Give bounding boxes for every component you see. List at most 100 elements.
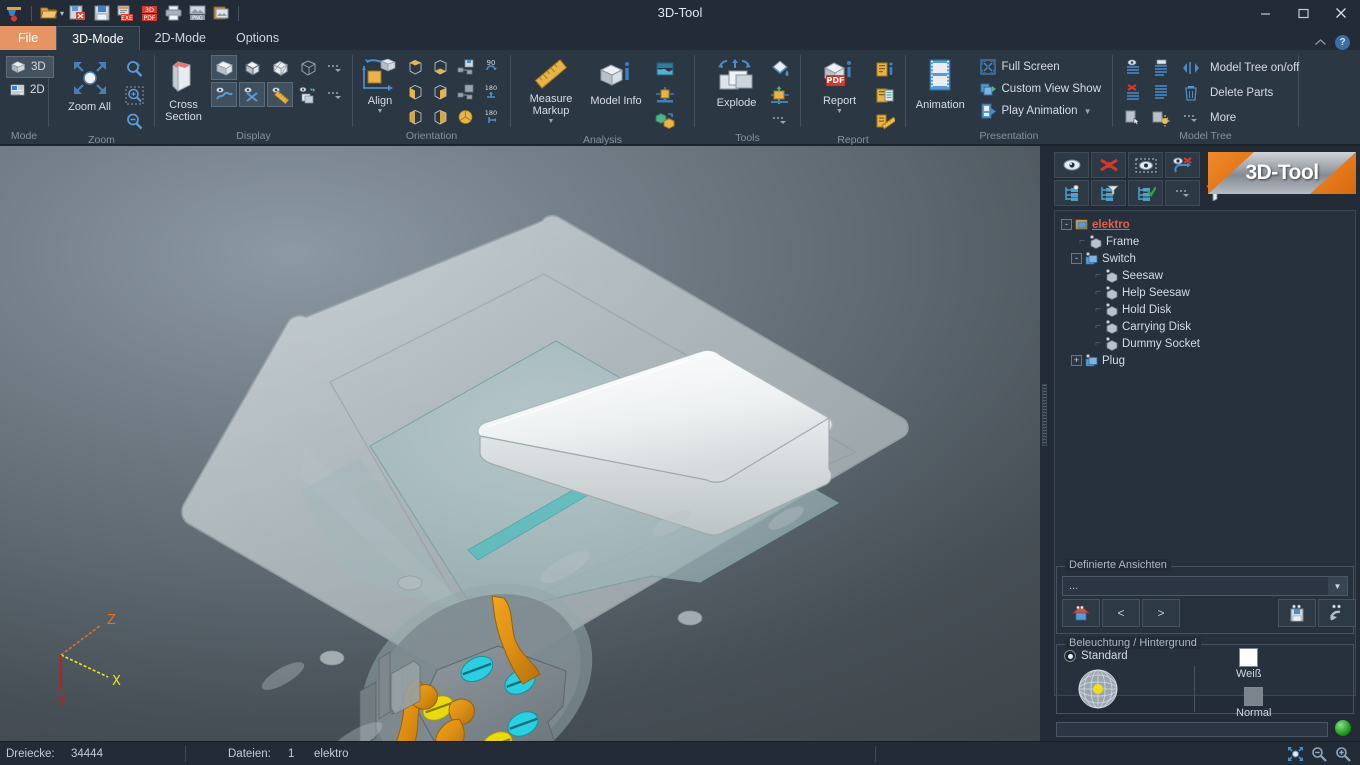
- view-back-icon[interactable]: [429, 80, 452, 103]
- mode-2d-button[interactable]: 2D: [6, 80, 54, 100]
- clipboard-list-icon[interactable]: [872, 83, 898, 107]
- hide-points-icon[interactable]: [239, 82, 265, 107]
- standard-lighting-radio[interactable]: Standard: [1064, 650, 1128, 662]
- open-dropdown-caret[interactable]: ▾: [60, 9, 64, 18]
- explode-button[interactable]: Explode: [707, 54, 766, 109]
- tab-file[interactable]: File: [0, 26, 56, 50]
- align-button[interactable]: Align ▼: [359, 54, 401, 115]
- background-white-option[interactable]: Weiß: [1236, 648, 1261, 680]
- open-file-icon[interactable]: [38, 3, 59, 24]
- invert-visibility-icon[interactable]: [1165, 152, 1200, 178]
- model-info-button[interactable]: Model Info: [583, 54, 649, 107]
- zoom-in-icon[interactable]: [1332, 745, 1354, 763]
- tree-node-dummy-socket[interactable]: ⌐ Dummy Socket: [1059, 335, 1351, 352]
- draft-angle-icon[interactable]: [652, 83, 678, 107]
- export-3dpdf-icon[interactable]: 3D PDF: [139, 3, 160, 24]
- zoom-window-icon[interactable]: [121, 83, 147, 107]
- swatch-normal[interactable]: [1244, 687, 1263, 706]
- chevron-down-icon[interactable]: ▼: [1328, 577, 1347, 595]
- tree-node-frame[interactable]: ⌐ Frame: [1059, 233, 1351, 250]
- wireframe-icon[interactable]: [295, 55, 321, 80]
- transparency-icon[interactable]: [295, 82, 321, 107]
- more-label[interactable]: More: [1207, 105, 1236, 130]
- trash-icon[interactable]: [1176, 81, 1206, 104]
- zoom-out-icon[interactable]: [121, 109, 147, 133]
- compare-parts-icon[interactable]: [652, 109, 678, 133]
- rotate-180-vert-icon[interactable]: 180: [479, 80, 503, 103]
- align-dropdown-caret[interactable]: ▼: [377, 108, 384, 115]
- tree-copy-icon[interactable]: [1120, 106, 1146, 129]
- zoom-out-icon[interactable]: [1308, 745, 1330, 763]
- fit-view-icon[interactable]: [1284, 745, 1306, 763]
- collapse-ribbon-button[interactable]: [1314, 38, 1327, 47]
- panel-splitter[interactable]: [1040, 146, 1050, 741]
- save-view-button[interactable]: [1278, 599, 1316, 627]
- tree-node-plug[interactable]: + Plug: [1059, 352, 1351, 369]
- tree-node-hold-disk[interactable]: ⌐ Hold Disk: [1059, 301, 1351, 318]
- export-png-icon[interactable]: PNG: [187, 3, 208, 24]
- close-button[interactable]: [1322, 0, 1360, 26]
- lighting-sphere-icon[interactable]: [1073, 668, 1123, 710]
- delete-parts-label[interactable]: Delete Parts: [1207, 80, 1273, 105]
- play-animation-button[interactable]: Play Animation ▼: [975, 100, 1107, 122]
- show-dimensions-icon[interactable]: [267, 82, 293, 107]
- print-icon[interactable]: [163, 3, 184, 24]
- export-exe-icon[interactable]: EXE: [115, 3, 136, 24]
- view-save-icon[interactable]: [454, 55, 477, 78]
- tree-node-seesaw[interactable]: ⌐ Seesaw: [1059, 267, 1351, 284]
- wall-thickness-icon[interactable]: [652, 57, 678, 81]
- display-more-icon[interactable]: [323, 55, 345, 80]
- tools-more-icon[interactable]: [767, 109, 793, 131]
- view-left-icon[interactable]: [404, 105, 427, 128]
- show-selected-icon[interactable]: [1128, 152, 1163, 178]
- tree-more-icon[interactable]: [1165, 180, 1200, 206]
- show-curves-icon[interactable]: [211, 82, 237, 107]
- part-list-info-icon[interactable]: [872, 57, 898, 81]
- tree-expander-elektro[interactable]: -: [1061, 219, 1072, 230]
- tab-3d-mode[interactable]: 3D-Mode: [56, 26, 139, 50]
- 3d-tool-logo-icon[interactable]: [4, 3, 25, 24]
- custom-view-show-button[interactable]: Custom View Show: [975, 78, 1107, 100]
- animation-button[interactable]: Animation: [912, 54, 969, 111]
- mode-3d-button[interactable]: 3D: [6, 56, 54, 78]
- display-more2-icon[interactable]: [323, 82, 345, 107]
- shaded-edges-icon[interactable]: [239, 55, 265, 80]
- swatch-white[interactable]: [1239, 648, 1258, 667]
- view-restore-icon[interactable]: [454, 80, 477, 103]
- tree-node-elektro[interactable]: - elektro: [1059, 216, 1351, 233]
- report-button[interactable]: PDF Report ▼: [811, 54, 868, 115]
- tree-filter-icon[interactable]: [1091, 180, 1126, 206]
- move-part-icon[interactable]: [767, 83, 793, 107]
- maximize-button[interactable]: [1284, 0, 1322, 26]
- view-iso-icon[interactable]: [454, 105, 477, 128]
- tree-node-help-seesaw[interactable]: ⌐ Help Seesaw: [1059, 284, 1351, 301]
- tree-highlight-icon[interactable]: [1148, 106, 1174, 129]
- view-right-icon[interactable]: [429, 105, 452, 128]
- tree-node-carrying-disk[interactable]: ⌐ Carrying Disk: [1059, 318, 1351, 335]
- view-bottom-icon[interactable]: [429, 55, 452, 78]
- tree-expander-switch[interactable]: -: [1071, 253, 1082, 264]
- save-icon[interactable]: [91, 3, 112, 24]
- rotate-90-icon[interactable]: 90: [479, 55, 503, 78]
- more-icon[interactable]: [1176, 106, 1206, 129]
- view-top-icon[interactable]: [404, 55, 427, 78]
- tree-list-icon[interactable]: [1148, 56, 1174, 79]
- shaded-icon[interactable]: [211, 55, 237, 80]
- next-view-button[interactable]: >: [1142, 599, 1180, 627]
- report-dropdown-caret[interactable]: ▼: [836, 108, 843, 115]
- tree-list2-icon[interactable]: [1148, 81, 1174, 104]
- tree-hide-selected-icon[interactable]: [1120, 81, 1146, 104]
- tab-options[interactable]: Options: [221, 26, 294, 50]
- play-animation-dropdown-caret[interactable]: ▼: [1084, 107, 1092, 116]
- tree-select-visible-icon[interactable]: [1120, 56, 1146, 79]
- zoom-select-icon[interactable]: [121, 57, 147, 81]
- cross-section-button[interactable]: Cross Section: [163, 54, 204, 123]
- reset-view-button[interactable]: [1318, 599, 1356, 627]
- markup-list-icon[interactable]: [872, 109, 898, 133]
- rotate-180-horiz-icon[interactable]: 180: [479, 105, 503, 128]
- 3d-viewport[interactable]: Z X Y: [0, 146, 1040, 741]
- home-view-button[interactable]: [1062, 599, 1100, 627]
- model-tree-toggle-icon[interactable]: [1176, 56, 1206, 79]
- paint-color-icon[interactable]: [767, 57, 793, 81]
- previous-view-button[interactable]: <: [1102, 599, 1140, 627]
